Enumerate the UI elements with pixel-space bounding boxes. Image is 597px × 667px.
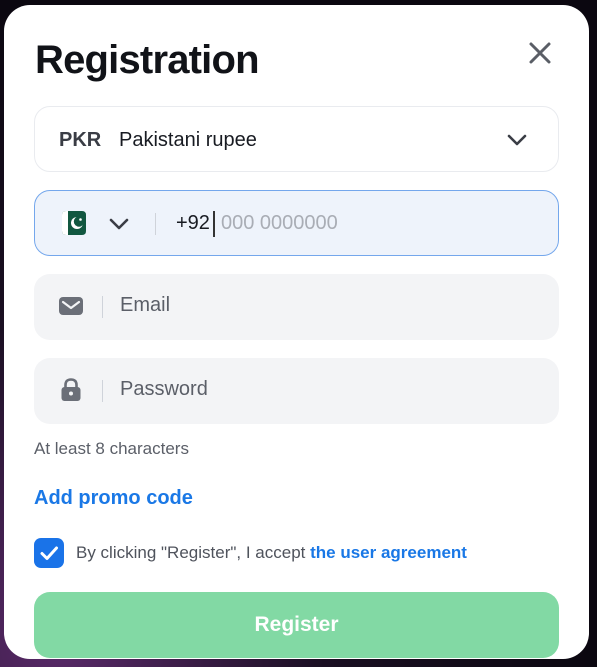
phone-input[interactable]: +92 000 0000000 xyxy=(34,190,559,256)
register-button[interactable]: Register xyxy=(34,592,559,658)
currency-code: PKR xyxy=(59,129,102,151)
text-cursor xyxy=(213,211,215,237)
lock-icon xyxy=(61,378,81,401)
envelope-icon xyxy=(59,297,83,315)
chevron-down-icon xyxy=(507,134,527,146)
agreement-label: By clicking "Register", I accept xyxy=(76,543,311,562)
password-hint: At least 8 characters xyxy=(34,439,189,458)
add-promo-code-link[interactable]: Add promo code xyxy=(34,487,193,510)
divider xyxy=(155,213,156,235)
phone-placeholder: 000 0000000 xyxy=(221,212,338,234)
currency-name: Pakistani rupee xyxy=(119,129,257,151)
password-placeholder: Password xyxy=(120,378,208,400)
pakistan-flag-icon xyxy=(62,211,86,235)
user-agreement-link[interactable]: the user agreement xyxy=(310,543,467,562)
modal-title: Registration xyxy=(35,38,260,82)
close-icon xyxy=(529,42,551,64)
checkmark-icon xyxy=(40,546,58,560)
divider xyxy=(102,380,103,402)
agreement-checkbox[interactable] xyxy=(34,538,64,568)
divider xyxy=(102,296,103,318)
phone-prefix: +92 xyxy=(176,212,210,234)
email-field[interactable]: Email xyxy=(34,274,559,340)
chevron-down-icon xyxy=(109,218,129,230)
registration-modal: Registration PKR Pakistani rupee +92 000… xyxy=(4,5,589,659)
agreement-text: By clicking "Register", I accept the use… xyxy=(76,543,467,563)
close-button[interactable] xyxy=(525,38,555,68)
password-field[interactable]: Password xyxy=(34,358,559,424)
email-placeholder: Email xyxy=(120,294,171,316)
currency-select[interactable]: PKR Pakistani rupee xyxy=(34,106,559,172)
